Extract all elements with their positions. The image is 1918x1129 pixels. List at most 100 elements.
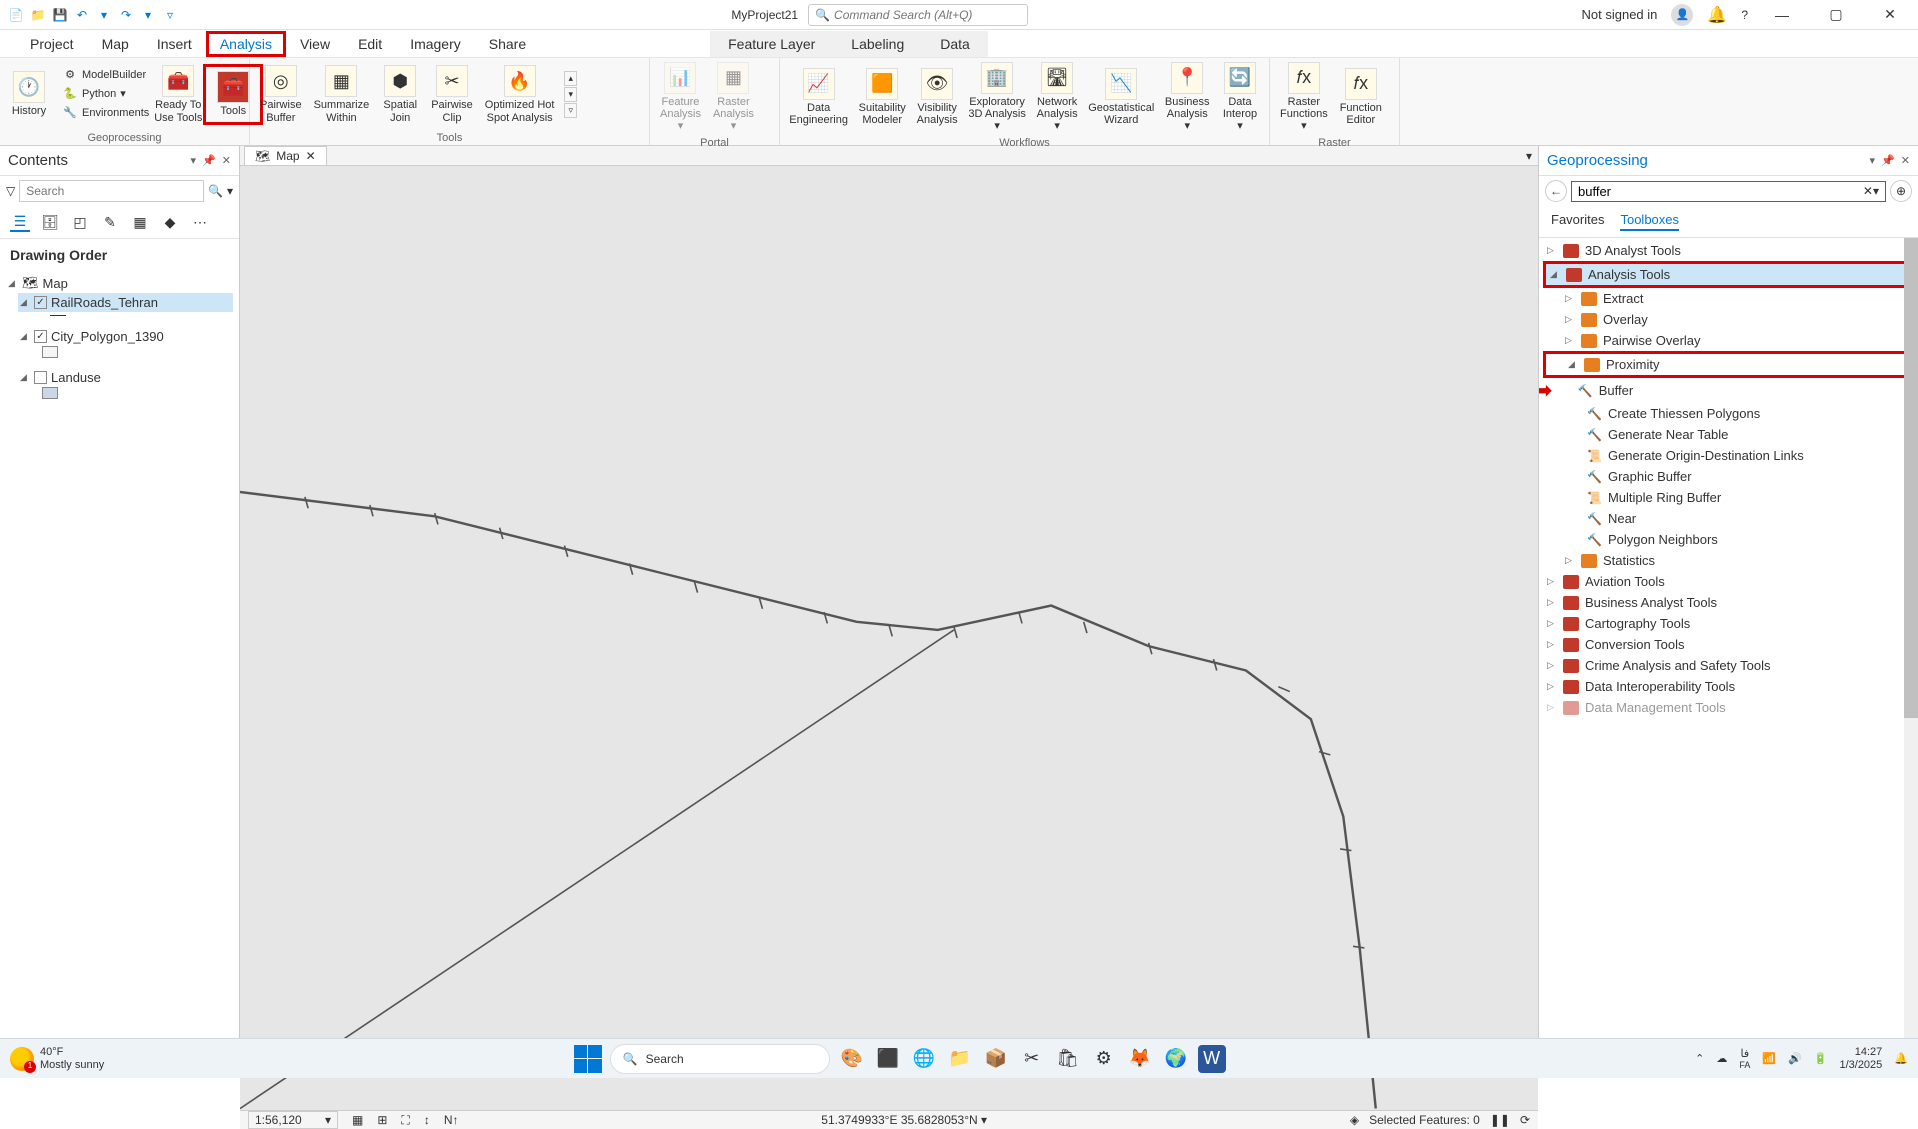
tray-chevron-icon[interactable]: ⌃: [1695, 1052, 1704, 1065]
minimize-button[interactable]: —: [1762, 0, 1802, 30]
toolbox-data-mgmt[interactable]: ▷Data Management Tools: [1543, 697, 1914, 718]
status-icon[interactable]: ⊞: [377, 1113, 387, 1127]
firefox-icon[interactable]: 🦊: [1126, 1045, 1154, 1073]
save-project-icon[interactable]: 💾: [52, 7, 68, 23]
undo-dropdown-icon[interactable]: ▾: [96, 7, 112, 23]
word-icon[interactable]: W: [1198, 1045, 1226, 1073]
expand-icon[interactable]: ▷: [1547, 618, 1557, 629]
status-icon[interactable]: ▦: [352, 1113, 363, 1127]
undo-icon[interactable]: ↶: [74, 7, 90, 23]
python-button[interactable]: 🐍Python▾: [58, 86, 153, 104]
scrollbar-thumb[interactable]: [1904, 238, 1918, 718]
feature-analysis-button[interactable]: 📊Feature Analysis▾: [654, 60, 707, 134]
taskbar-app-icon[interactable]: 📦: [982, 1045, 1010, 1073]
tab-feature-layer[interactable]: Feature Layer: [710, 31, 833, 57]
new-project-icon[interactable]: 📄: [8, 7, 24, 23]
collapse-icon[interactable]: ◢: [1550, 269, 1560, 280]
taskbar-app-icon[interactable]: ⚙: [1090, 1045, 1118, 1073]
tool-polygon-neighbors[interactable]: 🔨Polygon Neighbors: [1543, 529, 1914, 550]
toolbox-analysis[interactable]: ◢Analysis Tools: [1543, 261, 1914, 288]
toolbox-3d-analyst[interactable]: ▷3D Analyst Tools: [1543, 240, 1914, 261]
command-search[interactable]: 🔍: [808, 4, 1028, 26]
tool-thiessen[interactable]: 🔨Create Thiessen Polygons: [1543, 403, 1914, 424]
pause-icon[interactable]: ❚❚: [1490, 1113, 1510, 1127]
status-icon[interactable]: ↕: [424, 1113, 430, 1127]
tab-map[interactable]: Map: [88, 31, 143, 57]
tab-imagery[interactable]: Imagery: [396, 31, 475, 57]
gallery-more-icon[interactable]: ▿: [564, 103, 577, 118]
data-interop-button[interactable]: 🔄Data Interop▾: [1215, 60, 1265, 134]
function-editor-button[interactable]: 𝑓xFunction Editor: [1334, 66, 1388, 128]
toc-layer-railroads[interactable]: ◢✓RailRoads_Tehran: [18, 293, 233, 312]
volume-icon[interactable]: 🔊: [1788, 1052, 1802, 1065]
list-editing-icon[interactable]: ✎: [100, 212, 120, 232]
pane-close-icon[interactable]: ✕: [1901, 154, 1910, 167]
avatar-icon[interactable]: 👤: [1671, 4, 1693, 26]
notifications-icon[interactable]: 🔔: [1894, 1052, 1908, 1065]
chevron-down-icon[interactable]: ▾: [1873, 184, 1879, 198]
tab-data[interactable]: Data: [922, 31, 988, 57]
redo-dropdown-icon[interactable]: ▾: [140, 7, 156, 23]
toolbox-aviation[interactable]: ▷Aviation Tools: [1543, 571, 1914, 592]
open-project-icon[interactable]: 📁: [30, 7, 46, 23]
geostat-button[interactable]: 📉Geostatistical Wizard: [1083, 66, 1159, 128]
add-button[interactable]: ⊕: [1890, 180, 1912, 202]
battery-icon[interactable]: 🔋: [1814, 1052, 1828, 1065]
expand-icon[interactable]: ▷: [1565, 555, 1575, 566]
tab-project[interactable]: Project: [16, 31, 88, 57]
tab-share[interactable]: Share: [475, 31, 540, 57]
tab-insert[interactable]: Insert: [143, 31, 206, 57]
visibility-button[interactable]: 👁Visibility Analysis: [911, 66, 963, 128]
collapse-icon[interactable]: ◢: [20, 331, 30, 342]
gp-search-input[interactable]: [1578, 184, 1863, 199]
modelbuilder-button[interactable]: ⚙ModelBuilder: [58, 67, 153, 85]
expand-icon[interactable]: ▷: [1547, 639, 1557, 650]
list-more-icon[interactable]: ⋯: [190, 212, 210, 232]
scrollbar[interactable]: [1904, 238, 1918, 1038]
pane-pin-icon[interactable]: 📌: [202, 154, 216, 167]
wifi-icon[interactable]: 📶: [1762, 1052, 1776, 1065]
visibility-checkbox[interactable]: [34, 371, 47, 384]
expand-icon[interactable]: ▷: [1547, 681, 1557, 692]
expand-icon[interactable]: ▷: [1565, 314, 1575, 325]
taskbar-app-icon[interactable]: ✂: [1018, 1045, 1046, 1073]
expand-icon[interactable]: ▷: [1565, 293, 1575, 304]
expand-icon[interactable]: ▷: [1547, 597, 1557, 608]
onedrive-icon[interactable]: ☁: [1716, 1052, 1727, 1065]
collapse-icon[interactable]: ◢: [20, 372, 30, 383]
expand-icon[interactable]: ▷: [1547, 702, 1557, 713]
tool-near[interactable]: 🔨Near: [1543, 508, 1914, 529]
close-tab-icon[interactable]: ✕: [306, 149, 316, 163]
clear-icon[interactable]: ✕: [1863, 184, 1873, 198]
history-button[interactable]: 🕐History: [4, 69, 54, 119]
signin-label[interactable]: Not signed in: [1582, 7, 1658, 22]
layer-symbol[interactable]: [42, 346, 58, 358]
toolbox-data-interop[interactable]: ▷Data Interoperability Tools: [1543, 676, 1914, 697]
visibility-checkbox[interactable]: ✓: [34, 330, 47, 343]
close-button[interactable]: ✕: [1870, 0, 1910, 30]
ready-tools-button[interactable]: 🧰Ready To Use Tools: [153, 63, 203, 125]
tab-view[interactable]: View: [286, 31, 344, 57]
start-button[interactable]: [574, 1045, 602, 1073]
expand-icon[interactable]: ▷: [1565, 335, 1575, 346]
network-button[interactable]: 🛣Network Analysis▾: [1031, 60, 1083, 134]
expand-icon[interactable]: ▷: [1547, 245, 1557, 256]
chevron-down-icon[interactable]: ▾: [981, 1113, 987, 1127]
data-engineering-button[interactable]: 📈Data Engineering: [784, 66, 853, 128]
business-button[interactable]: 📍Business Analysis▾: [1159, 60, 1215, 134]
list-selection-icon[interactable]: ◰: [70, 212, 90, 232]
explorer-icon[interactable]: 📁: [946, 1045, 974, 1073]
tool-near-table[interactable]: 🔨Generate Near Table: [1543, 424, 1914, 445]
tool-graphic-buffer[interactable]: 🔨Graphic Buffer: [1543, 466, 1914, 487]
list-labeling-icon[interactable]: ◆: [160, 212, 180, 232]
redo-icon[interactable]: ↷: [118, 7, 134, 23]
store-icon[interactable]: 🛍: [1054, 1045, 1082, 1073]
collapse-icon[interactable]: ◢: [1568, 359, 1578, 370]
raster-functions-button[interactable]: 𝑓xRaster Functions▾: [1274, 60, 1334, 134]
toolset-statistics[interactable]: ▷Statistics: [1543, 550, 1914, 571]
tab-dropdown-icon[interactable]: ▾: [1520, 149, 1538, 163]
gallery-up-icon[interactable]: ▴: [564, 71, 577, 86]
toolset-proximity[interactable]: ◢Proximity: [1543, 351, 1914, 378]
summarize-within-button[interactable]: ▦Summarize Within: [308, 63, 376, 125]
filter-icon[interactable]: ▽: [6, 184, 15, 198]
